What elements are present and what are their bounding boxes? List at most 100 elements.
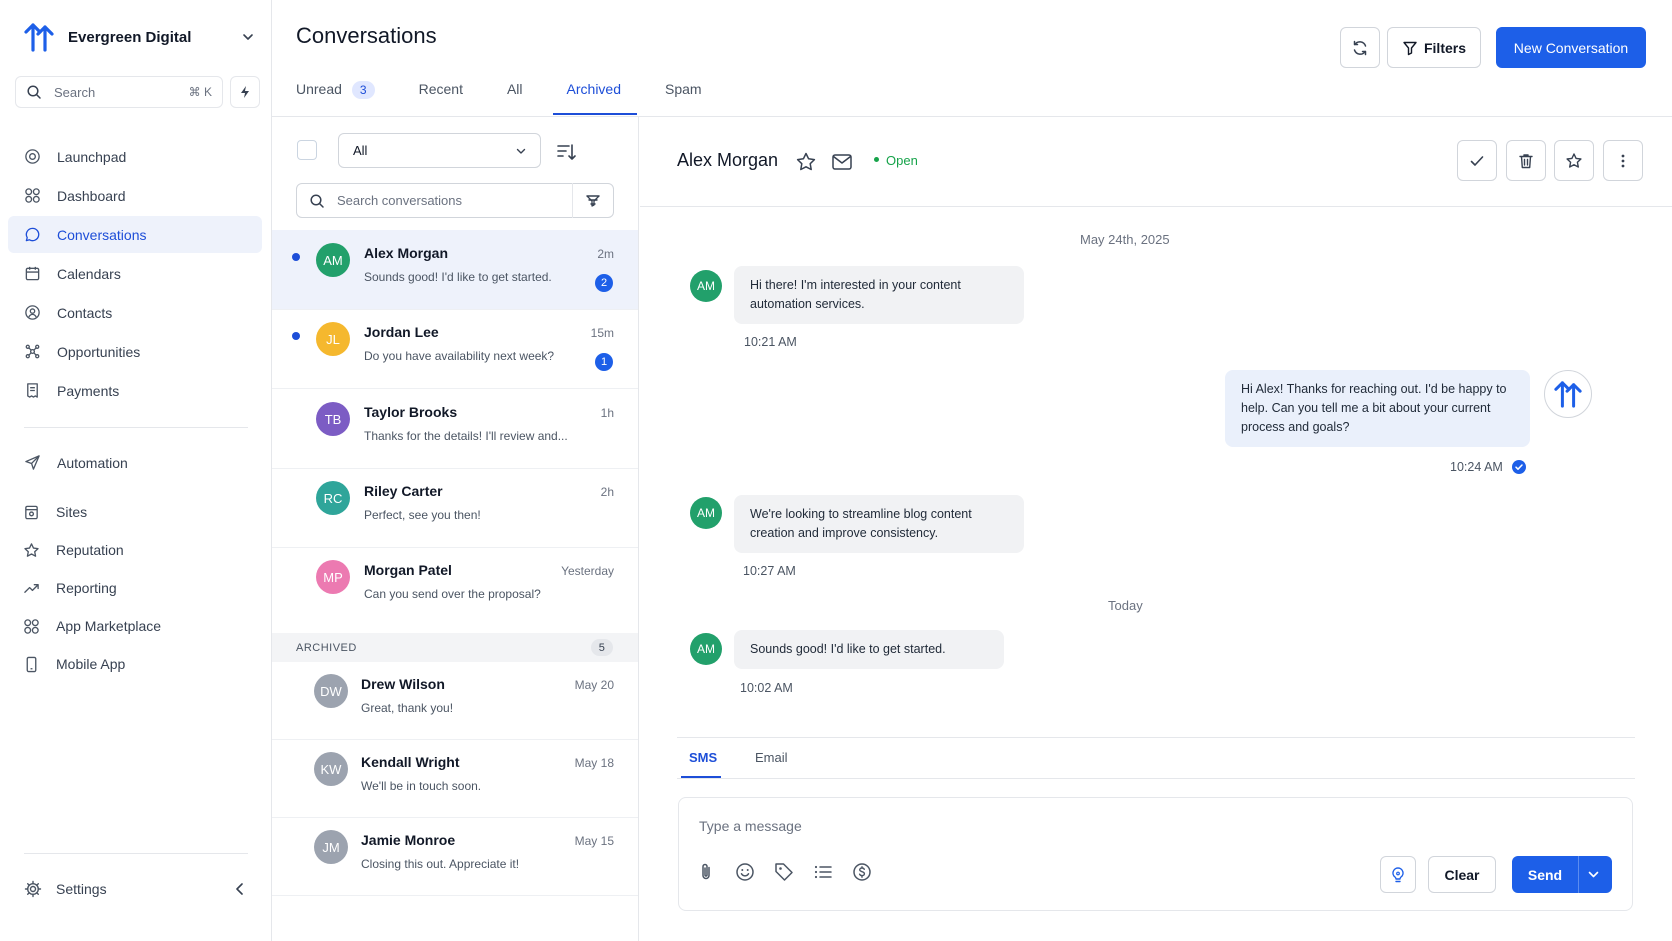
tab-label: Recent	[418, 81, 463, 97]
workspace-switcher[interactable]: Evergreen Digital	[24, 20, 256, 54]
list-icon[interactable]	[812, 861, 834, 883]
sidebar-item-settings[interactable]: Settings	[24, 880, 248, 898]
sidebar-item-label: Mobile App	[56, 656, 126, 672]
composer-divider	[677, 737, 1635, 738]
mail-icon[interactable]	[831, 152, 853, 172]
favorite-star-icon[interactable]	[795, 151, 817, 173]
conversation-row-morgan-patel[interactable]: MP Morgan Patel Can you send over the pr…	[272, 547, 638, 627]
filter-select-value: All	[353, 143, 368, 158]
ai-suggestion-button[interactable]	[1380, 856, 1416, 893]
sidebar-item-automation[interactable]: Automation	[8, 444, 262, 481]
new-conversation-button[interactable]: New Conversation	[1496, 27, 1646, 68]
sidebar-item-dashboard[interactable]: Dashboard	[8, 177, 262, 214]
brand-logo-icon	[24, 23, 54, 52]
more-options-button[interactable]	[1603, 140, 1643, 181]
composer-tab-divider	[677, 778, 1635, 779]
conversation-row-taylor-brooks[interactable]: TB Taylor Brooks Thanks for the details!…	[272, 389, 638, 469]
sidebar: Evergreen Digital Search ⌘ K Launchpad D…	[0, 0, 272, 941]
clear-button[interactable]: Clear	[1428, 856, 1496, 893]
date-separator: Today	[1108, 598, 1143, 613]
message-input-placeholder: Type a message	[699, 818, 802, 834]
message-composer[interactable]: Type a message Clear Send	[678, 797, 1633, 911]
sidebar-item-contacts[interactable]: Contacts	[8, 294, 262, 331]
sidebar-item-reporting[interactable]: Reporting	[7, 570, 261, 606]
tab-spam[interactable]: Spam	[665, 78, 702, 116]
avatar: RC	[316, 481, 350, 515]
unread-count-badge: 2	[595, 274, 613, 292]
message-time-text: 10:21 AM	[744, 335, 797, 349]
archived-row-drew-wilson[interactable]: DW Drew Wilson Great, thank you! May 20	[272, 662, 638, 740]
message-time-text: 10:24 AM	[1450, 460, 1503, 474]
star-button[interactable]	[1554, 140, 1594, 181]
tab-label: Spam	[665, 81, 702, 97]
refresh-button[interactable]	[1340, 27, 1380, 68]
quick-actions-button[interactable]	[230, 76, 260, 108]
conversation-tabs: Unread 3 Recent All Archived Spam	[296, 78, 746, 116]
unread-dot	[292, 253, 300, 261]
composer-tab-sms[interactable]: SMS	[689, 750, 717, 765]
avatar: JL	[316, 322, 350, 356]
payment-dollar-icon[interactable]	[851, 861, 873, 883]
search-icon	[310, 193, 324, 208]
conversation-row-jordan-lee[interactable]: JL Jordan Lee Do you have availability n…	[272, 309, 638, 389]
send-options-chevron-down-icon[interactable]	[1586, 867, 1601, 882]
conversation-time: Yesterday	[561, 564, 614, 578]
unread-dot	[292, 332, 300, 340]
sidebar-item-mobile-app[interactable]: Mobile App	[7, 646, 261, 682]
collapse-sidebar-chevron-left-icon[interactable]	[232, 881, 248, 897]
tab-archived[interactable]: Archived	[552, 78, 638, 116]
attachment-icon[interactable]	[695, 861, 717, 883]
select-all-checkbox[interactable]	[297, 140, 317, 160]
page-title: Conversations	[296, 23, 437, 48]
conversation-search[interactable]: Search conversations	[296, 183, 614, 218]
nav-primary: Launchpad Dashboard Conversations Calend…	[8, 138, 262, 411]
filters-button[interactable]: Filters	[1387, 27, 1481, 68]
sidebar-item-conversations[interactable]: Conversations	[8, 216, 262, 253]
sidebar-item-label: Reporting	[56, 580, 117, 596]
unread-count-badge: 1	[595, 353, 613, 371]
sidebar-search[interactable]: Search ⌘ K	[15, 76, 223, 108]
sidebar-item-app-marketplace[interactable]: App Marketplace	[7, 608, 261, 644]
sidebar-item-calendars[interactable]: Calendars	[8, 255, 262, 292]
tab-label: Archived	[566, 81, 621, 97]
avatar: DW	[314, 674, 348, 708]
avatar: JM	[314, 830, 348, 864]
advanced-filter-icon[interactable]	[585, 193, 601, 209]
contact-name: Alex Morgan	[677, 150, 779, 170]
nav-secondary: Automation	[8, 444, 262, 483]
mark-done-button[interactable]	[1457, 140, 1497, 181]
nav-tertiary: Sites Reputation Reporting App Marketpla…	[7, 494, 261, 684]
sidebar-item-launchpad[interactable]: Launchpad	[8, 138, 262, 175]
sidebar-item-reputation[interactable]: Reputation	[7, 532, 261, 568]
conversation-row-alex-morgan[interactable]: AM Alex Morgan Sounds good! I'd like to …	[272, 230, 638, 310]
tab-all[interactable]: All	[507, 78, 523, 116]
conversation-time: 2h	[600, 485, 614, 499]
sort-icon[interactable]	[555, 141, 577, 163]
conversation-preview: Can you send over the proposal?	[364, 587, 541, 601]
conversation-filter-select[interactable]: All	[338, 133, 541, 168]
tag-icon[interactable]	[773, 861, 795, 883]
sidebar-item-sites[interactable]: Sites	[7, 494, 261, 530]
conversation-preview: Perfect, see you then!	[364, 508, 481, 522]
tab-unread[interactable]: Unread 3	[296, 78, 375, 116]
sidebar-item-label: Automation	[57, 454, 128, 471]
tab-recent[interactable]: Recent	[419, 78, 463, 116]
emoji-icon[interactable]	[734, 861, 756, 883]
sidebar-item-label: Calendars	[57, 265, 121, 282]
composer-tab-email[interactable]: Email	[755, 750, 788, 765]
conversation-preview: Thanks for the details! I'll review and.…	[364, 429, 568, 443]
conversation-preview: Sounds good! I'd like to get started.	[364, 270, 552, 284]
archived-section-header: ARCHIVED 5	[272, 633, 638, 662]
sidebar-item-opportunities[interactable]: Opportunities	[8, 333, 262, 370]
conversation-time: May 18	[574, 756, 614, 770]
sidebar-item-label: App Marketplace	[56, 618, 162, 634]
sidebar-item-payments[interactable]: Payments	[8, 372, 262, 409]
sidebar-item-label: Contacts	[57, 304, 113, 321]
gear-icon	[24, 880, 42, 898]
conversation-row-riley-carter[interactable]: RC Riley Carter Perfect, see you then! 2…	[272, 468, 638, 548]
archived-row-jamie-monroe[interactable]: JM Jamie Monroe Closing this out. Apprec…	[272, 818, 638, 896]
delete-button[interactable]	[1506, 140, 1546, 181]
send-button[interactable]: Send	[1512, 856, 1578, 893]
tab-label: All	[506, 81, 523, 97]
archived-row-kendall-wright[interactable]: KW Kendall Wright We'll be in touch soon…	[272, 740, 638, 818]
